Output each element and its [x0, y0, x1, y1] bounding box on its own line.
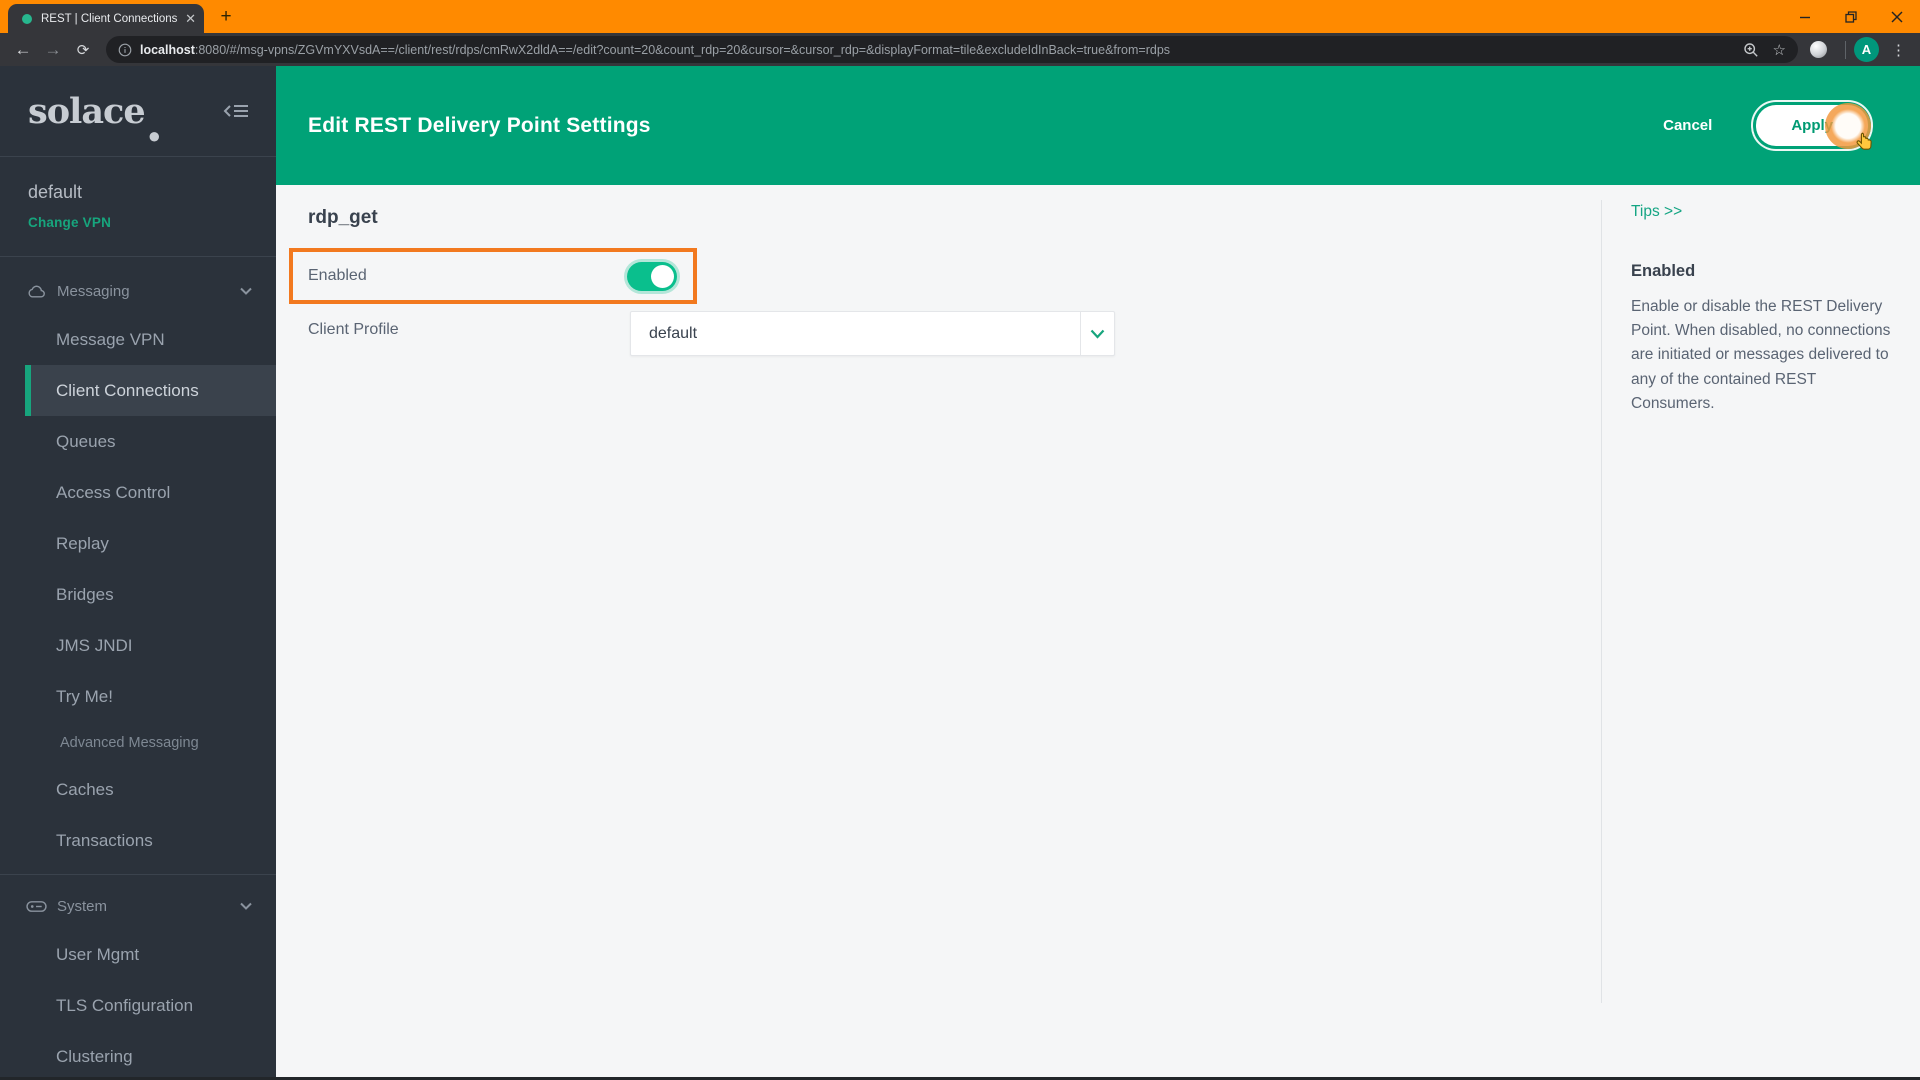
enabled-label: Enabled [308, 267, 367, 284]
apply-button[interactable]: Apply [1756, 105, 1868, 146]
url-text: localhost:8080/#/msg-vpns/ZGVmYXVsdA==/c… [140, 43, 1170, 57]
logo-row: solace ● [0, 66, 276, 156]
tab-title: REST | Client Connections [41, 12, 178, 25]
back-button[interactable]: ← [8, 40, 38, 60]
sidebar-item-transactions[interactable]: Transactions [0, 815, 276, 866]
select-caret-zone[interactable] [1080, 312, 1114, 355]
client-profile-label: Client Profile [308, 321, 399, 338]
page-header: Edit REST Delivery Point Settings Cancel… [276, 66, 1920, 185]
browser-profile-avatar[interactable]: A [1854, 37, 1879, 62]
sidebar-item-access-control[interactable]: Access Control [0, 467, 276, 518]
browser-tab[interactable]: REST | Client Connections ✕ [8, 4, 204, 33]
toggle-knob [651, 264, 674, 288]
main-panel: Edit REST Delivery Point Settings Cancel… [276, 66, 1920, 1080]
sidebar-item-replay[interactable]: Replay [0, 518, 276, 569]
window-restore-button[interactable] [1828, 0, 1874, 33]
sidebar-section-gap [0, 866, 276, 883]
sidebar-collapse-icon[interactable] [222, 102, 250, 120]
section-label: Messaging [57, 282, 130, 300]
cancel-button[interactable]: Cancel [1663, 117, 1712, 134]
sidebar-item-queues[interactable]: Queues [0, 416, 276, 467]
toolbar-separator [1845, 40, 1846, 59]
reload-button[interactable]: ⟳ [68, 41, 98, 59]
sidebar: solace ● default Change VPN Messaging Me… [0, 66, 276, 1080]
url-host: localhost [140, 42, 195, 57]
sidebar-item-jms-jndi[interactable]: JMS JNDI [0, 620, 276, 671]
window-minimize-button[interactable] [1782, 0, 1828, 33]
sidebar-nav: Messaging Message VPN Client Connections… [0, 257, 276, 1080]
zoom-page-icon[interactable] [1743, 42, 1759, 58]
system-icon [26, 898, 47, 915]
app-window: solace ● default Change VPN Messaging Me… [0, 66, 1920, 1080]
tab-close-icon[interactable]: ✕ [185, 11, 196, 27]
screen: REST | Client Connections ✕ + ← → ⟳ loca… [0, 0, 1920, 1080]
chevron-down-icon [240, 902, 252, 910]
sidebar-item-message-vpn[interactable]: Message VPN [0, 314, 276, 365]
address-bar[interactable]: localhost:8080/#/msg-vpns/ZGVmYXVsdA==/c… [106, 36, 1798, 63]
tips-heading: Enabled [1631, 262, 1696, 280]
url-path: :8080/#/msg-vpns/ZGVmYXVsdA==/client/res… [194, 42, 1171, 57]
browser-toolbar: ← → ⟳ localhost:8080/#/msg-vpns/ZGVmYXVs… [0, 33, 1920, 66]
forward-button[interactable]: → [38, 40, 68, 60]
solace-logo: solace [28, 90, 146, 132]
sidebar-item-advanced-messaging[interactable]: Advanced Messaging [0, 722, 276, 764]
section-label: System [57, 897, 108, 915]
window-controls [1782, 0, 1920, 33]
browser-tab-bar: REST | Client Connections ✕ + [0, 0, 1920, 33]
bookmark-star-icon[interactable]: ☆ [1773, 41, 1786, 59]
current-vpn-name: default [28, 182, 83, 202]
tips-link[interactable]: Tips >> [1631, 203, 1682, 221]
header-actions: Cancel Apply [1663, 103, 1890, 150]
enabled-toggle[interactable] [627, 261, 677, 291]
window-close-button[interactable] [1874, 0, 1920, 33]
tab-favicon-icon [22, 13, 32, 24]
client-profile-value: default [649, 324, 698, 342]
solace-logo-dot: ● [147, 123, 161, 148]
sidebar-item-user-mgmt[interactable]: User Mgmt [0, 929, 276, 980]
apply-button-wrap: Apply [1756, 103, 1872, 150]
rdp-name: rdp_get [308, 207, 378, 228]
sidebar-item-bridges[interactable]: Bridges [0, 569, 276, 620]
cloud-icon [26, 283, 47, 300]
sidebar-item-try-me[interactable]: Try Me! [0, 671, 276, 722]
change-vpn-link[interactable]: Change VPN [28, 215, 248, 230]
page-title: Edit REST Delivery Point Settings [308, 113, 651, 137]
edit-form: rdp_get Enabled Client Profile default T… [276, 185, 1920, 1080]
sidebar-item-tls-configuration[interactable]: TLS Configuration [0, 980, 276, 1031]
extension-icon[interactable] [1810, 41, 1827, 58]
chevron-down-icon [240, 287, 252, 295]
info-icon[interactable] [118, 43, 132, 57]
sidebar-item-client-connections[interactable]: Client Connections [25, 365, 276, 416]
sidebar-item-clustering[interactable]: Clustering [0, 1031, 276, 1080]
enabled-field-highlighted: Enabled [289, 248, 697, 304]
section-header-messaging[interactable]: Messaging [0, 268, 276, 314]
tips-body: Enable or disable the REST Delivery Poin… [1631, 298, 1891, 412]
client-profile-select[interactable]: default [630, 311, 1115, 356]
sidebar-item-caches[interactable]: Caches [0, 764, 276, 815]
section-header-system[interactable]: System [0, 883, 276, 929]
vpn-block: default Change VPN [0, 157, 276, 256]
tips-panel: Tips >> Enabled Enable or disable the RE… [1601, 200, 1920, 1003]
browser-menu-icon[interactable]: ⋮ [1891, 41, 1906, 59]
new-tab-button[interactable]: + [214, 6, 238, 28]
